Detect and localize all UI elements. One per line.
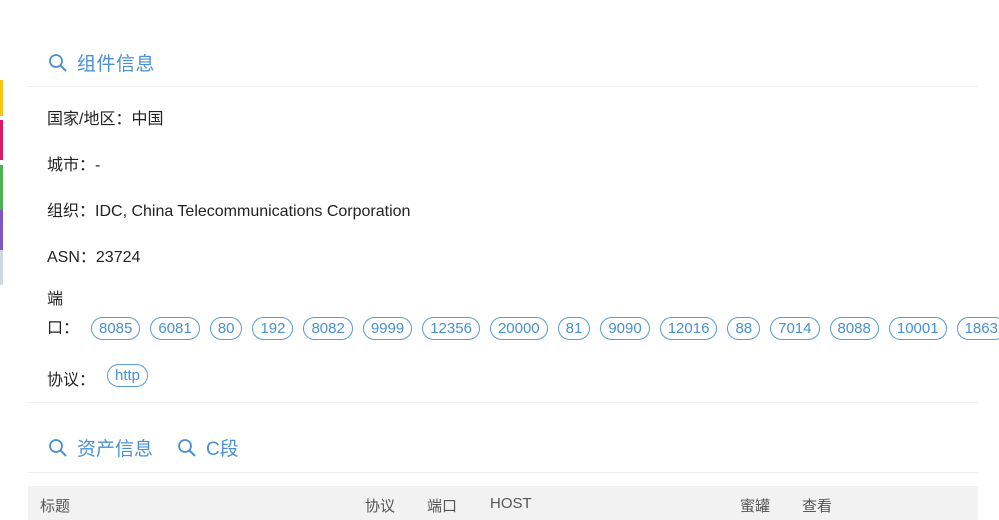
port-tag[interactable]: 6081 <box>150 317 200 340</box>
port-list: 8085 6081 80 192 8082 9999 12356 20000 8… <box>91 317 999 340</box>
org-row: 组织：IDC, China Telecommunications Corpora… <box>47 197 410 221</box>
country-label: 国家/地区： <box>47 111 132 128</box>
column-header-host: HOST <box>490 495 532 512</box>
tab-asset-info-label: 资产信息 <box>77 439 154 460</box>
port-tag[interactable]: 9090 <box>600 317 650 340</box>
strip-segment <box>0 120 3 160</box>
strip-segment <box>0 80 3 116</box>
strip-segment <box>0 250 3 285</box>
city-value: - <box>95 157 101 174</box>
port-tag[interactable]: 80 <box>209 317 243 340</box>
asn-row: ASN：23724 <box>47 243 140 267</box>
city-label: 城市： <box>47 157 96 174</box>
column-header-honeypot: 蜜罐 <box>740 498 771 515</box>
divider <box>28 86 978 87</box>
port-tag[interactable]: 192 <box>252 317 294 340</box>
port-tag[interactable]: 9999 <box>362 317 413 340</box>
port-tag[interactable]: 81 <box>557 317 591 340</box>
port-tag[interactable]: 1863 <box>956 317 999 340</box>
tab-c-segment[interactable]: C段 <box>177 434 239 461</box>
port-tag[interactable]: 8085 <box>91 317 141 340</box>
left-edge-strip <box>0 0 6 520</box>
port-label-line1: 端 <box>47 291 64 308</box>
component-info-title: 组件信息 <box>77 54 156 75</box>
protocol-list: http <box>107 364 149 387</box>
column-header-port: 端口 <box>427 498 458 515</box>
divider <box>28 402 978 403</box>
component-info-header: 组件信息 <box>48 49 155 76</box>
divider <box>28 472 978 473</box>
search-icon <box>177 438 197 458</box>
country-row: 国家/地区：中国 <box>47 105 163 129</box>
asn-label: ASN： <box>47 249 96 266</box>
port-tag[interactable]: 10001 <box>888 317 947 340</box>
column-header-title: 标题 <box>40 498 71 515</box>
country-value: 中国 <box>131 111 164 128</box>
port-tag[interactable]: 7014 <box>770 317 820 340</box>
tab-c-segment-label: C段 <box>206 439 239 460</box>
search-icon <box>48 438 68 458</box>
protocol-row: 协议： <box>47 366 95 390</box>
org-value: IDC, China Telecommunications Corporatio… <box>95 203 411 220</box>
port-tag[interactable]: 20000 <box>489 317 548 340</box>
protocol-label: 协议： <box>47 372 96 389</box>
port-tag[interactable]: 8082 <box>303 317 353 340</box>
port-tag[interactable]: 88 <box>727 317 761 340</box>
port-label-line2: 口： <box>47 320 80 337</box>
city-row: 城市：- <box>47 151 100 175</box>
port-tag[interactable]: 12016 <box>659 317 718 340</box>
asset-table-header: 标题 协议 端口 HOST 蜜罐 查看 <box>28 486 978 520</box>
strip-segment <box>0 165 3 210</box>
port-tag[interactable]: 8088 <box>829 317 879 340</box>
port-tag[interactable]: 12356 <box>422 317 480 340</box>
org-label: 组织： <box>47 203 96 220</box>
asn-value: 23724 <box>95 249 141 266</box>
strip-segment <box>0 210 3 250</box>
tab-asset-info[interactable]: 资产信息 <box>48 434 153 461</box>
protocol-tag[interactable]: http <box>107 364 149 387</box>
search-icon <box>48 53 68 73</box>
asset-tabs: 资产信息 C段 <box>48 434 239 461</box>
column-header-protocol: 协议 <box>365 498 396 515</box>
column-header-view: 查看 <box>802 498 833 515</box>
